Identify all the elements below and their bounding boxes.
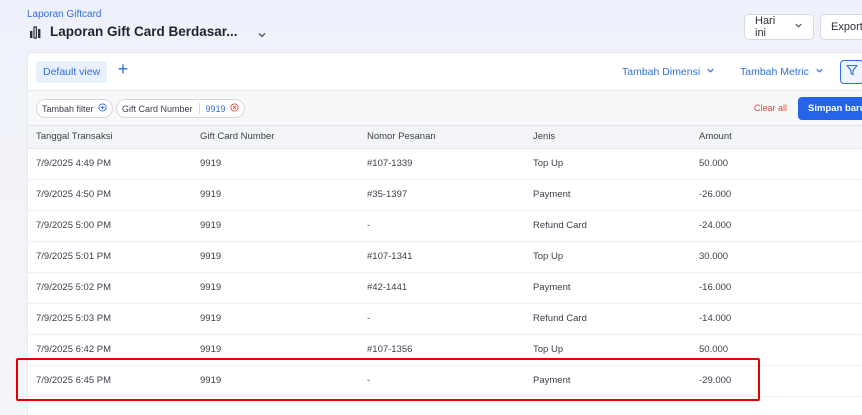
tab-default-view[interactable]: Default view [36,61,108,83]
column-header[interactable]: Nomor Pesanan [359,126,525,149]
table-cell: #107-1341 [359,241,525,273]
table-cell: 50.000 [691,148,862,180]
chip-divider [198,103,200,114]
filter-field-label: Gift Card Number [122,103,193,114]
add-metric-label: Tambah Metric [740,66,809,78]
table-cell: 7/9/2025 4:50 PM [28,179,192,211]
table-cell: 30.000 [691,241,862,273]
chevron-down-icon[interactable] [257,27,267,37]
table-row[interactable]: 7/9/2025 6:45 PM 9919 - Payment -29.000 [28,365,862,397]
table-cell: Top Up [525,334,691,366]
table-cell: 7/9/2025 5:03 PM [28,303,192,335]
add-dimension-dropdown[interactable]: Tambah Dimensi [622,66,715,78]
table-cell: 7/9/2025 5:01 PM [28,241,192,273]
filter-bar: Tambah filter Gift Card Number 9919 Clea… [28,90,862,126]
column-header[interactable]: Jenis [525,126,691,149]
add-view-button[interactable]: + [116,60,130,78]
chevron-down-icon [706,66,715,78]
table-cell: 9919 [192,365,359,397]
column-header[interactable]: Amount [691,126,862,149]
filter-value: 9919 [205,103,226,114]
table-cell: 9919 [192,272,359,304]
plus-circle-icon [97,103,107,114]
table-cell: Top Up [525,148,691,180]
table-cell: Refund Card [525,303,691,335]
table-cell: 50.000 [691,334,862,366]
table-row[interactable]: 7/9/2025 5:00 PM 9919 - Refund Card -24.… [28,210,862,242]
table-cell: - [359,365,525,397]
column-header[interactable]: Tanggal Transaksi [28,126,192,149]
table-cell: 9919 [192,241,359,273]
filter-icon [845,63,859,81]
clear-all-button[interactable]: Clear all [754,103,787,113]
table-cell: - [359,210,525,242]
remove-filter-icon[interactable] [230,103,239,114]
table-cell: 7/9/2025 6:45 PM [28,365,192,397]
chevron-down-icon [794,21,803,33]
table-cell: 9919 [192,179,359,211]
export-label: Export [831,21,862,33]
page-title: Laporan Gift Card Berdasar... [50,24,238,39]
table-row[interactable]: 7/9/2025 5:02 PM 9919 #42-1441 Payment -… [28,272,862,304]
table-cell: Payment [525,272,691,304]
export-button[interactable]: Export [820,14,862,40]
table-cell: 9919 [192,334,359,366]
add-metric-dropdown[interactable]: Tambah Metric [740,66,824,78]
table-cell: -29.000 [691,365,862,397]
table-cell: Payment [525,179,691,211]
title-row: Laporan Gift Card Berdasar... [29,24,267,39]
save-new-button[interactable]: Simpan baru [798,97,862,120]
table-row[interactable]: 7/9/2025 5:01 PM 9919 #107-1341 Top Up 3… [28,241,862,273]
report-chart-icon [29,25,43,39]
table-cell: 9919 [192,303,359,335]
add-dimension-label: Tambah Dimensi [622,66,701,78]
add-filter-chip[interactable]: Tambah filter [36,99,113,118]
column-header[interactable]: Gift Card Number [192,126,359,149]
table-cell: #107-1356 [359,334,525,366]
chevron-down-icon [815,66,824,78]
table-row[interactable]: 7/9/2025 4:50 PM 9919 #35-1397 Payment -… [28,179,862,211]
table-cell: - [359,303,525,335]
add-filter-label: Tambah filter [42,103,94,114]
date-range-button[interactable]: Hari ini [744,14,814,40]
transactions-table: Tanggal Transaksi Gift Card Number Nomor… [28,126,862,397]
view-bar: Default view + Tambah Dimensi Tambah Met… [28,53,862,90]
date-range-label: Hari ini [755,15,776,39]
table-cell: 7/9/2025 5:02 PM [28,272,192,304]
table-cell: Top Up [525,241,691,273]
table-cell: #107-1339 [359,148,525,180]
table-cell: 7/9/2025 5:00 PM [28,210,192,242]
table-cell: -24.000 [691,210,862,242]
table-cell: Refund Card [525,210,691,242]
table-cell: #35-1397 [359,179,525,211]
table-cell: 9919 [192,148,359,180]
table-cell: -26.000 [691,179,862,211]
breadcrumb[interactable]: Laporan Giftcard [27,9,102,20]
table-cell: -14.000 [691,303,862,335]
table-row[interactable]: 7/9/2025 6:42 PM 9919 #107-1356 Top Up 5… [28,334,862,366]
table-cell: 9919 [192,210,359,242]
table-cell: -16.000 [691,272,862,304]
table-cell: #42-1441 [359,272,525,304]
table-cell: 7/9/2025 4:49 PM [28,148,192,180]
table-row[interactable]: 7/9/2025 5:03 PM 9919 - Refund Card -14.… [28,303,862,335]
gift-card-filter-chip[interactable]: Gift Card Number 9919 [116,99,245,118]
report-card: Default view + Tambah Dimensi Tambah Met… [27,52,862,415]
table-cell: Payment [525,365,691,397]
table-header-row: Tanggal Transaksi Gift Card Number Nomor… [28,126,862,149]
table-cell: 7/9/2025 6:42 PM [28,334,192,366]
table-row[interactable]: 7/9/2025 4:49 PM 9919 #107-1339 Top Up 5… [28,148,862,180]
filter-toggle-button[interactable] [840,60,862,84]
